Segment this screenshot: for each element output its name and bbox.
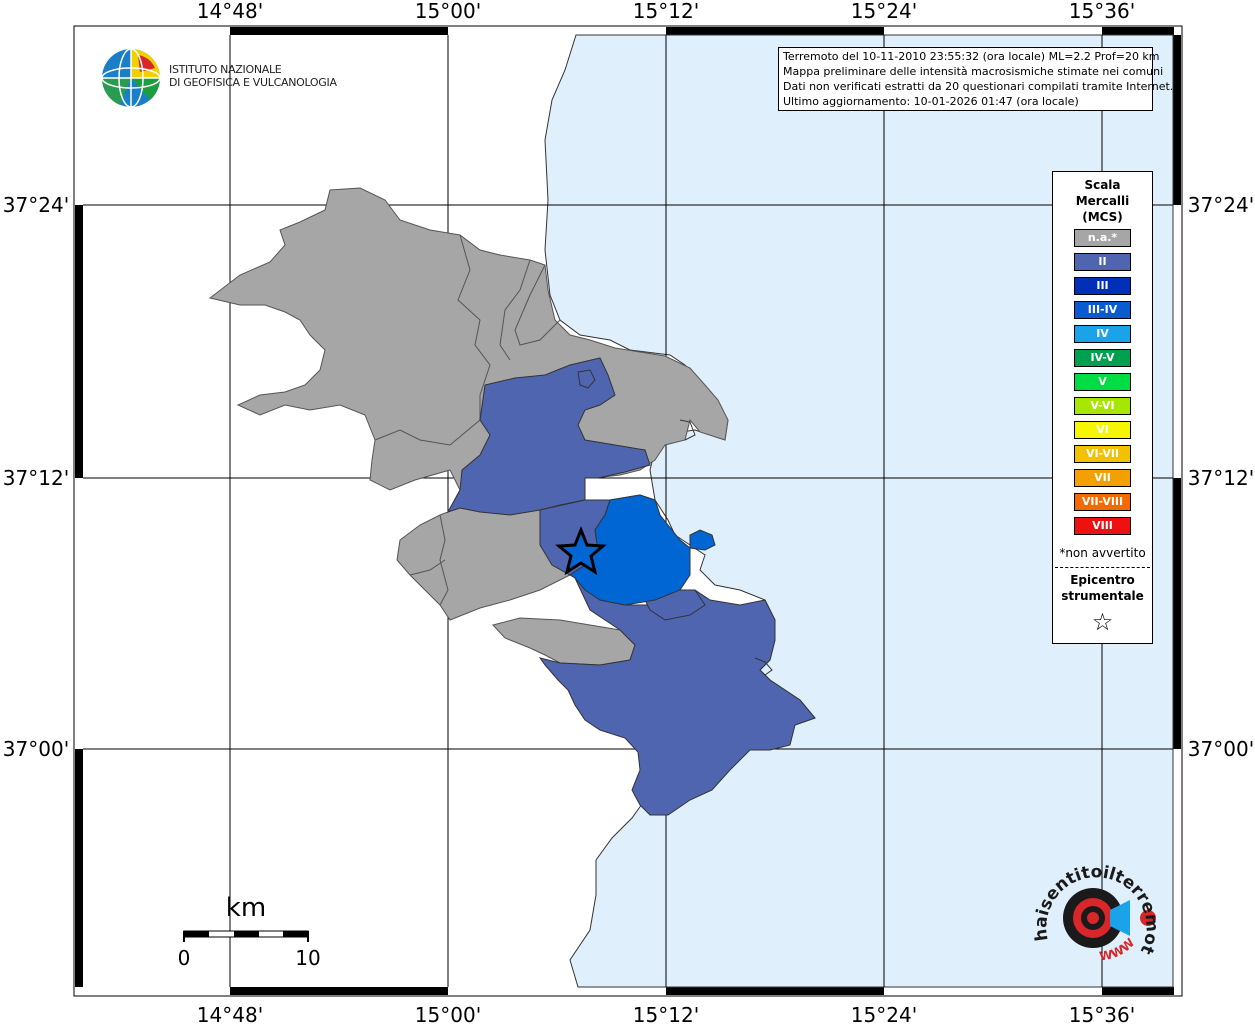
info-line: Dati non verificati estratti da 20 quest… [783, 80, 1174, 93]
legend-item-vii-viii: VII-VIII [1074, 493, 1131, 511]
ingv-globe-logo [101, 48, 161, 108]
scale-max-label: 10 [295, 946, 320, 970]
legend-epicentre-label: Epicentro strumentale [1053, 572, 1152, 604]
lon-label-top: 15°36' [1069, 0, 1135, 23]
legend-epicentre-line: Epicentro [1070, 573, 1135, 587]
logo-line: DI GEOFISICA E VULCANOLOGIA [169, 76, 337, 89]
ingv-logo-text: ISTITUTO NAZIONALE DI GEOFISICA E VULCAN… [169, 63, 337, 89]
lon-label-bottom: 15°36' [1069, 1003, 1135, 1024]
lat-label-left: 37°00' [3, 737, 69, 761]
legend-item-iii-iv: III-IV [1074, 301, 1131, 319]
legend-item-vi: VI [1074, 421, 1131, 439]
lon-label-bottom: 15°00' [415, 1003, 481, 1024]
legend-separator [1055, 567, 1150, 568]
legend-item-v-vi: V-VI [1074, 397, 1131, 415]
legend-item-iv: IV [1074, 325, 1131, 343]
legend-title: Scala Mercalli (MCS) [1053, 177, 1152, 225]
event-info-box: Terremoto del 10-11-2010 23:55:32 (ora l… [778, 47, 1174, 111]
lon-label-top: 14°48' [197, 0, 263, 23]
lat-label-right: 37°00' [1188, 737, 1254, 761]
legend-item-iv-v: IV-V [1074, 349, 1131, 367]
legend-title-line: (MCS) [1082, 210, 1123, 224]
lon-label-top: 15°00' [415, 0, 481, 23]
lon-label-bottom: 15°12' [633, 1003, 699, 1024]
legend-item-vii: VII [1074, 469, 1131, 487]
lat-label-right: 37°12' [1188, 466, 1254, 490]
scale-min-label: 0 [178, 946, 191, 970]
legend-item-vi-vii: VI-VII [1074, 445, 1131, 463]
lon-label-top: 15°24' [851, 0, 917, 23]
legend-title-line: Mercalli [1075, 194, 1130, 208]
scale-unit: km [226, 893, 266, 923]
lon-label-top: 15°12' [633, 0, 699, 23]
legend-star-icon: ☆ [1091, 608, 1114, 636]
info-line: Terremoto del 10-11-2010 23:55:32 (ora l… [783, 50, 1160, 63]
info-line: Mappa preliminare delle intensità macros… [783, 65, 1164, 78]
legend-epicentre-line: strumentale [1061, 589, 1144, 603]
legend-item-n-a: n.a.* [1074, 229, 1131, 247]
lon-label-bottom: 15°24' [851, 1003, 917, 1024]
legend-title-line: Scala [1084, 178, 1121, 192]
lat-label-left: 37°12' [3, 466, 69, 490]
info-line: Ultimo aggiornamento: 10-01-2026 01:47 (… [783, 95, 1079, 108]
lat-label-right: 37°24' [1188, 193, 1254, 217]
legend-item-iii: III [1074, 277, 1131, 295]
intensity-legend: Scala Mercalli (MCS) n.a.* II III III-IV IV I… [1052, 171, 1153, 644]
logo-line: ISTITUTO NAZIONALE [169, 63, 282, 76]
legend-item-viii: VIII [1074, 517, 1131, 535]
legend-note: *non avvertito [1059, 546, 1146, 560]
legend-item-v: V [1074, 373, 1131, 391]
lat-label-left: 37°24' [3, 193, 69, 217]
legend-item-ii: II [1074, 253, 1131, 271]
lon-label-bottom: 14°48' [197, 1003, 263, 1024]
